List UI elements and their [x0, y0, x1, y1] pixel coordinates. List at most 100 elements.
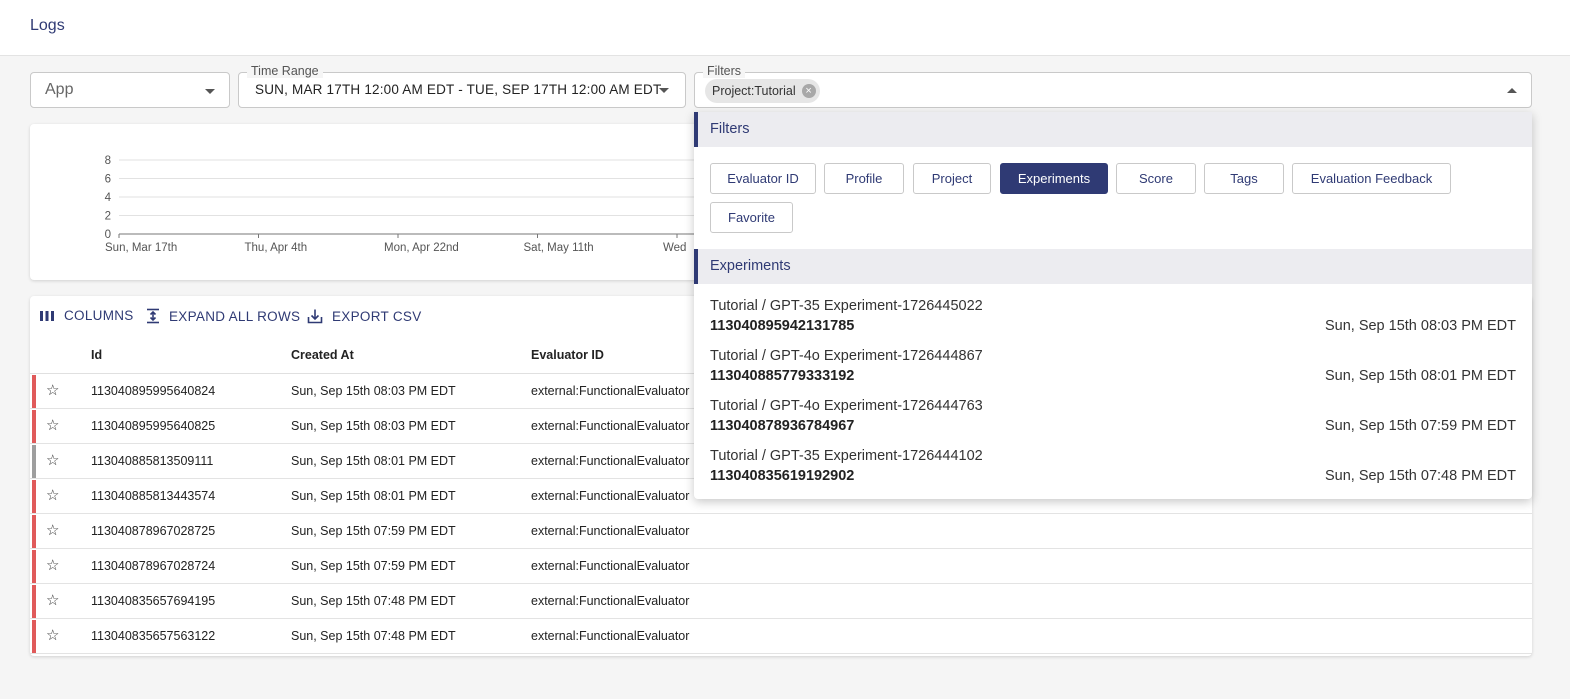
- experiment-option[interactable]: Tutorial / GPT-4o Experiment-1726444867 …: [710, 348, 1516, 388]
- filter-chip-label: Project:Tutorial: [712, 84, 796, 98]
- experiment-date: Sun, Sep 15th 07:48 PM EDT: [1324, 468, 1516, 484]
- filter-button-project[interactable]: Project: [913, 163, 991, 194]
- export-csv-label: EXPORT CSV: [332, 308, 422, 324]
- cell-evaluator-id: external:FunctionalEvaluator: [531, 454, 690, 468]
- filter-button-tags[interactable]: Tags: [1204, 163, 1284, 194]
- filters-section-header: Filters: [694, 112, 1532, 147]
- cell-evaluator-id: external:FunctionalEvaluator: [531, 559, 690, 573]
- column-header-evaluator-id[interactable]: Evaluator ID: [531, 348, 604, 362]
- experiment-name: Tutorial / GPT-4o Experiment-1726444763: [710, 398, 983, 414]
- cell-id: 113040885813509111: [91, 454, 214, 468]
- filter-button-favorite[interactable]: Favorite: [710, 202, 793, 233]
- expand-all-rows-label: EXPAND ALL ROWS: [169, 308, 301, 324]
- column-header-created-at[interactable]: Created At: [291, 348, 354, 362]
- filters-section-title: Filters: [710, 121, 750, 137]
- table-row[interactable]: ☆ 113040878967028724 Sun, Sep 15th 07:59 P…: [30, 549, 1532, 584]
- filter-button-evaluator-id[interactable]: Evaluator ID: [710, 163, 816, 194]
- status-indicator: [32, 585, 36, 618]
- cell-id: 113040835657694195: [91, 594, 216, 608]
- experiment-date: Sun, Sep 15th 08:01 PM EDT: [1324, 368, 1516, 384]
- cell-evaluator-id: external:FunctionalEvaluator: [531, 489, 690, 503]
- filter-chip[interactable]: Project:Tutorial ×: [705, 79, 820, 103]
- cell-created-at: Sun, Sep 15th 08:03 PM EDT: [291, 419, 456, 433]
- x-tick-label: Wed: [663, 242, 686, 254]
- time-range-label: Time Range: [247, 64, 323, 78]
- y-tick-label: 8: [105, 155, 111, 167]
- status-indicator: [32, 480, 36, 513]
- cell-id: 113040835657563122: [91, 629, 216, 643]
- table-row[interactable]: ☆ 113040878967028725 Sun, Sep 15th 07:59 P…: [30, 514, 1532, 549]
- experiment-option[interactable]: Tutorial / GPT-4o Experiment-1726444763 …: [710, 398, 1516, 438]
- columns-button[interactable]: COLUMNS: [39, 308, 134, 323]
- y-tick-label: 0: [105, 229, 111, 241]
- table-row[interactable]: ☆ 113040835657563122 Sun, Sep 15th 07:48 P…: [30, 619, 1532, 654]
- experiment-id: 113040895942131785: [710, 318, 855, 334]
- cell-created-at: Sun, Sep 15th 07:48 PM EDT: [291, 629, 456, 643]
- y-tick-label: 4: [105, 192, 112, 204]
- y-tick-label: 6: [105, 174, 111, 186]
- cell-id: 113040895995640825: [91, 419, 216, 433]
- cell-created-at: Sun, Sep 15th 07:48 PM EDT: [291, 594, 456, 608]
- cell-created-at: Sun, Sep 15th 08:01 PM EDT: [291, 489, 456, 503]
- x-tick-label: Thu, Apr 4th: [245, 242, 308, 254]
- chevron-down-icon: [659, 88, 669, 93]
- chevron-up-icon[interactable]: [1507, 88, 1517, 93]
- cell-evaluator-id: external:FunctionalEvaluator: [531, 384, 690, 398]
- export-csv-button[interactable]: EXPORT CSV: [307, 308, 422, 324]
- time-range-select[interactable]: Time Range SUN, MAR 17TH 12:00 AM EDT - …: [238, 64, 686, 108]
- filter-button-score[interactable]: Score: [1116, 163, 1196, 194]
- cell-created-at: Sun, Sep 15th 07:59 PM EDT: [291, 524, 456, 538]
- cell-created-at: Sun, Sep 15th 08:03 PM EDT: [291, 384, 456, 398]
- cell-evaluator-id: external:FunctionalEvaluator: [531, 594, 690, 608]
- app-select-placeholder: App: [45, 81, 74, 98]
- star-icon[interactable]: ☆: [46, 417, 59, 435]
- experiment-option[interactable]: Tutorial / GPT-35 Experiment-1726445022 …: [710, 298, 1516, 338]
- status-indicator: [32, 445, 36, 478]
- x-tick-label: Sun, Mar 17th: [105, 242, 177, 254]
- chevron-down-icon: [205, 89, 215, 94]
- star-icon[interactable]: ☆: [46, 382, 59, 400]
- experiment-name: Tutorial / GPT-35 Experiment-1726444102: [710, 448, 983, 464]
- filter-button-experiments[interactable]: Experiments: [1000, 163, 1108, 194]
- experiment-date: Sun, Sep 15th 07:59 PM EDT: [1324, 418, 1516, 434]
- app-select[interactable]: App: [30, 72, 230, 108]
- status-indicator: [32, 515, 36, 548]
- cell-id: 113040878967028725: [91, 524, 216, 538]
- experiment-name: Tutorial / GPT-35 Experiment-1726445022: [710, 298, 983, 314]
- expand-all-rows-button[interactable]: EXPAND ALL ROWS: [146, 308, 300, 324]
- filter-button-profile[interactable]: Profile: [824, 163, 904, 194]
- cell-id: 113040885813443574: [91, 489, 216, 503]
- download-icon: [307, 309, 323, 324]
- close-icon[interactable]: ×: [801, 84, 816, 98]
- cell-created-at: Sun, Sep 15th 08:01 PM EDT: [291, 454, 456, 468]
- star-icon[interactable]: ☆: [46, 627, 59, 645]
- status-indicator: [32, 375, 36, 408]
- cell-evaluator-id: external:FunctionalEvaluator: [531, 629, 690, 643]
- cell-evaluator-id: external:FunctionalEvaluator: [531, 524, 690, 538]
- time-range-value: SUN, MAR 17TH 12:00 AM EDT - TUE, SEP 17…: [255, 82, 662, 97]
- table-row[interactable]: ☆ 113040835657694195 Sun, Sep 15th 07:48 P…: [30, 584, 1532, 619]
- star-icon[interactable]: ☆: [46, 452, 59, 470]
- x-tick-label: Mon, Apr 22nd: [384, 242, 459, 254]
- filters-dropdown: Filters Evaluator ID Profile Project Exp…: [694, 112, 1532, 499]
- status-indicator: [32, 410, 36, 443]
- star-icon[interactable]: ☆: [46, 557, 59, 575]
- logs-chart: 0 2 4 6 8 Sun, Mar 17th Thu, Apr 4th Mon, Apr …: [105, 155, 700, 254]
- experiment-option[interactable]: Tutorial / GPT-35 Experiment-1726444102 …: [710, 448, 1516, 488]
- experiment-id: 113040835619192902: [710, 468, 855, 484]
- filter-button-evaluation-feedback[interactable]: Evaluation Feedback: [1292, 163, 1451, 194]
- experiment-id: 113040885779333192: [710, 368, 855, 384]
- x-tick-label: Sat, May 11th: [524, 242, 594, 254]
- expand-icon: [147, 308, 159, 324]
- chart-card: 0 2 4 6 8 Sun, Mar 17th Thu, Apr 4th Mon, Apr …: [30, 124, 700, 280]
- column-header-id[interactable]: Id: [91, 348, 102, 362]
- star-icon[interactable]: ☆: [46, 522, 59, 540]
- star-icon[interactable]: ☆: [46, 487, 59, 505]
- filters-label: Filters: [703, 64, 746, 78]
- status-indicator: [32, 550, 36, 583]
- experiments-section-title: Experiments: [710, 258, 791, 274]
- status-indicator: [32, 620, 36, 653]
- experiments-section-header: Experiments: [694, 249, 1532, 284]
- filters-input[interactable]: Filters Project:Tutorial ×: [694, 64, 1532, 108]
- star-icon[interactable]: ☆: [46, 592, 59, 610]
